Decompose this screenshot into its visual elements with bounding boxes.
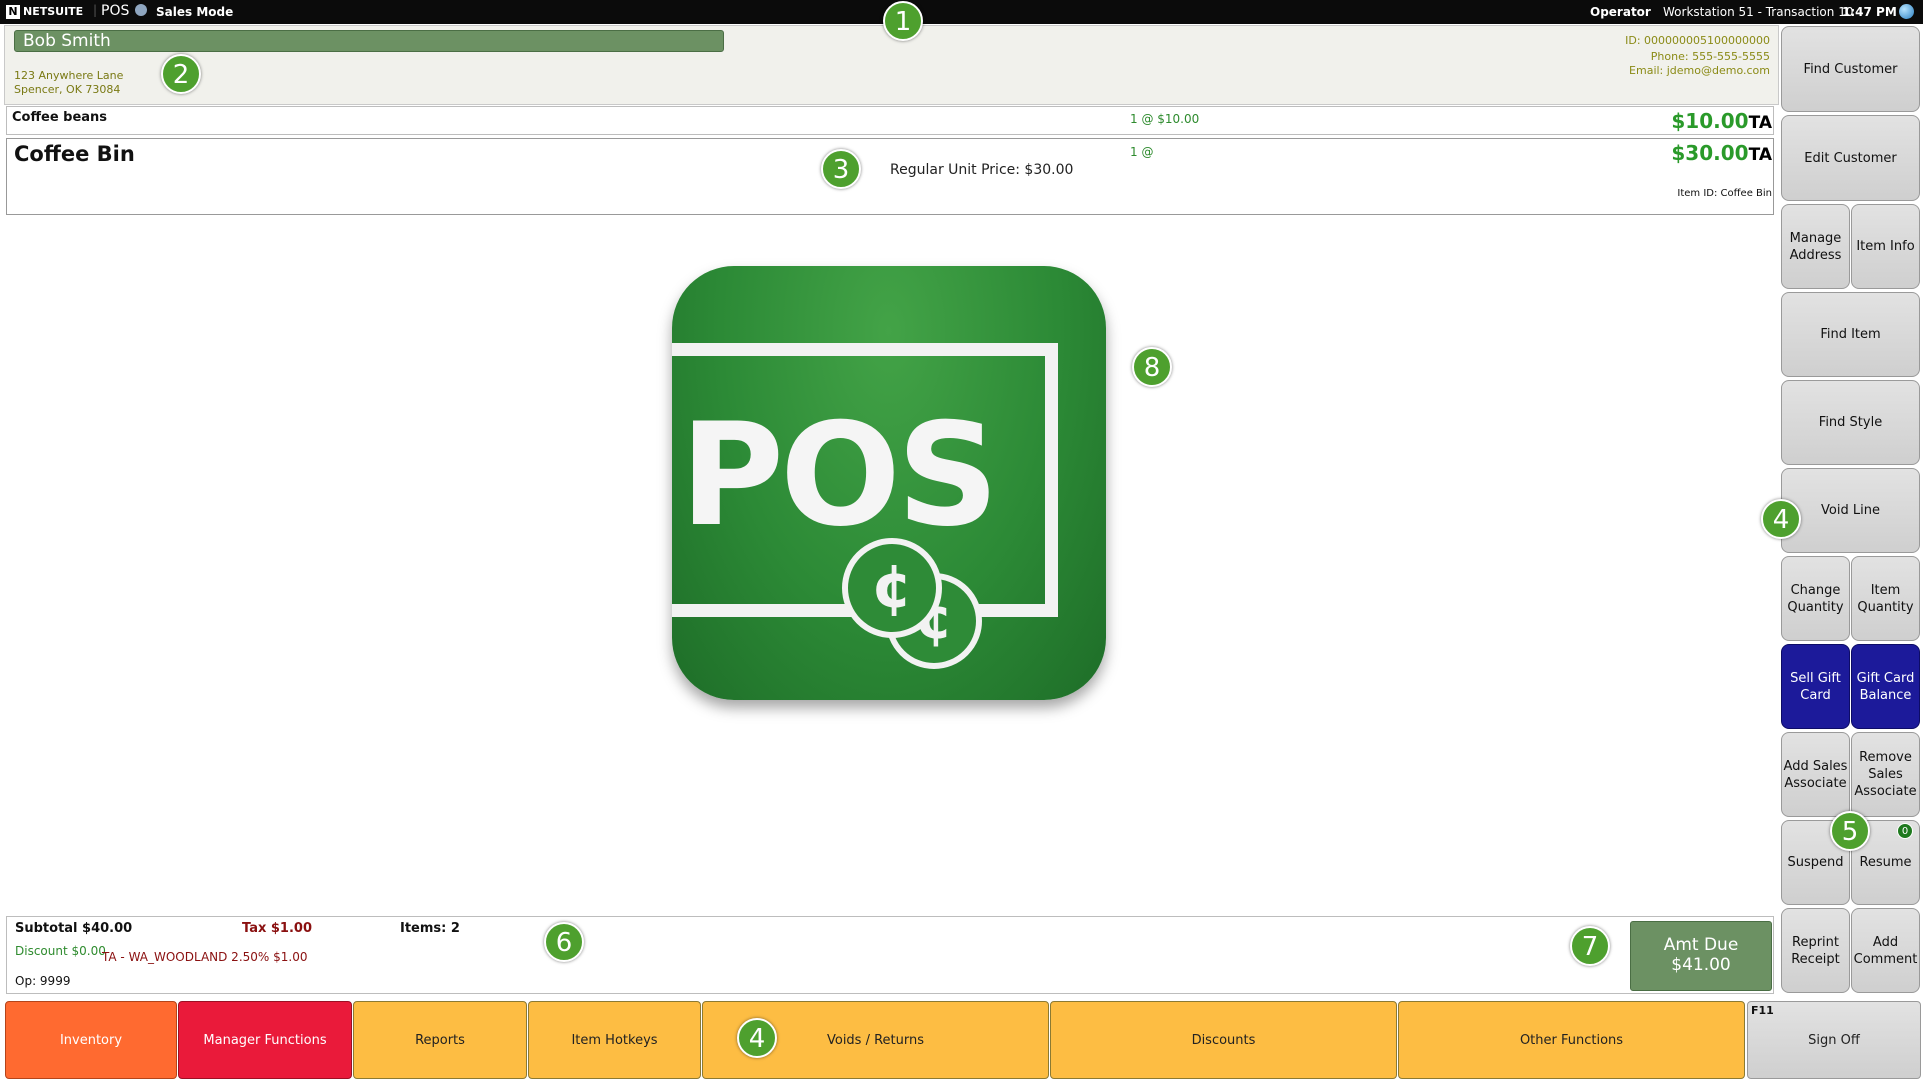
item-quantity-button[interactable]: Item Quantity xyxy=(1851,556,1920,641)
edit-customer-button[interactable]: Edit Customer xyxy=(1781,115,1920,201)
callout-marker: 2 xyxy=(161,54,201,94)
line-item-tax-code: TA xyxy=(1748,145,1772,165)
resume-count-badge: 0 xyxy=(1897,823,1913,839)
other-functions-button[interactable]: Other Functions xyxy=(1398,1001,1745,1079)
find-item-button[interactable]: Find Item xyxy=(1781,292,1920,377)
operator-id-label: Op: 9999 xyxy=(15,974,71,988)
line-item-amount: $10.00 xyxy=(1671,109,1749,133)
gift-card-balance-button[interactable]: Gift Card Balance xyxy=(1851,644,1920,729)
title-bar: N NETSUITE | POS Sales Mode Operator Wor… xyxy=(0,0,1923,24)
tax-label: Tax $1.00 xyxy=(242,921,312,936)
reprint-receipt-button[interactable]: Reprint Receipt xyxy=(1781,908,1850,993)
coin-icon: ¢ xyxy=(842,538,942,638)
line-item-name: Coffee Bin xyxy=(14,142,135,166)
change-quantity-button[interactable]: Change Quantity xyxy=(1781,556,1850,641)
customer-name[interactable]: Bob Smith xyxy=(14,30,724,52)
manager-functions-button[interactable]: Manager Functions xyxy=(178,1001,352,1079)
amount-due-label: Amt Due xyxy=(1663,935,1739,955)
sell-gift-card-button[interactable]: Sell Gift Card xyxy=(1781,644,1850,729)
callout-marker: 8 xyxy=(1132,347,1172,387)
workstation-label: Workstation 51 - Transaction 10 xyxy=(1663,5,1854,19)
find-customer-button[interactable]: Find Customer xyxy=(1781,26,1920,112)
transaction-line[interactable] xyxy=(6,106,1774,135)
clock-label: 1:47 PM xyxy=(1842,5,1897,19)
pos-logo-icon: POS ¢ ¢ xyxy=(672,266,1106,700)
pos-logo-text: POS xyxy=(680,393,999,558)
globe-icon xyxy=(1899,4,1914,19)
sign-off-shortcut-key: F11 xyxy=(1751,1004,1774,1017)
manage-address-button[interactable]: Manage Address xyxy=(1781,204,1850,289)
customer-address-line1: 123 Anywhere Lane xyxy=(14,69,124,82)
add-sales-associate-button[interactable]: Add Sales Associate xyxy=(1781,732,1850,817)
callout-marker: 3 xyxy=(821,149,861,189)
item-hotkeys-button[interactable]: Item Hotkeys xyxy=(528,1001,701,1079)
customer-id: ID: 000000005100000000 xyxy=(1625,34,1770,47)
app-label: POS xyxy=(101,3,130,19)
line-item-amount: $30.00 xyxy=(1671,141,1749,165)
customer-email: Email: jdemo@demo.com xyxy=(1629,64,1770,77)
remove-sales-associate-button[interactable]: Remove Sales Associate xyxy=(1851,732,1920,817)
amount-due-value: $41.00 xyxy=(1671,955,1731,975)
find-style-button[interactable]: Find Style xyxy=(1781,380,1920,465)
netsuite-logo-icon: N xyxy=(6,5,20,19)
brand-label: NETSUITE xyxy=(23,5,84,18)
subtotal-label: Subtotal $40.00 xyxy=(15,921,133,936)
discount-label: Discount $0.00 xyxy=(15,944,106,958)
mode-label: Sales Mode xyxy=(156,5,234,19)
line-item-id: Item ID: Coffee Bin xyxy=(1677,188,1772,199)
inventory-button[interactable]: Inventory xyxy=(5,1001,177,1079)
line-item-qty: 1 @ $10.00 xyxy=(1130,112,1200,126)
callout-marker: 1 xyxy=(883,1,923,41)
operator-label: Operator xyxy=(1590,5,1651,19)
tax-detail-label: TA - WA_WOODLAND 2.50% $1.00 xyxy=(102,950,308,964)
callout-marker: 6 xyxy=(544,922,584,962)
regular-unit-price: Regular Unit Price: $30.00 xyxy=(890,162,1074,178)
void-line-button[interactable]: Void Line xyxy=(1781,468,1920,553)
callout-marker: 5 xyxy=(1830,811,1870,851)
line-item-name: Coffee beans xyxy=(12,110,108,125)
items-count-label: Items: 2 xyxy=(400,921,460,936)
callout-marker: 7 xyxy=(1570,926,1610,966)
reports-button[interactable]: Reports xyxy=(353,1001,527,1079)
discounts-button[interactable]: Discounts xyxy=(1050,1001,1397,1079)
app-globe-icon xyxy=(135,4,147,16)
add-comment-button[interactable]: Add Comment xyxy=(1851,908,1920,993)
customer-phone: Phone: 555-555-5555 xyxy=(1650,50,1770,63)
callout-marker: 4 xyxy=(1761,499,1801,539)
customer-address-line2: Spencer, OK 73084 xyxy=(14,83,121,96)
item-info-button[interactable]: Item Info xyxy=(1851,204,1920,289)
amount-due-button[interactable]: Amt Due $41.00 xyxy=(1630,921,1772,991)
line-item-qty: 1 @ xyxy=(1130,145,1154,159)
callout-marker: 4 xyxy=(737,1018,777,1058)
line-item-tax-code: TA xyxy=(1748,113,1772,133)
